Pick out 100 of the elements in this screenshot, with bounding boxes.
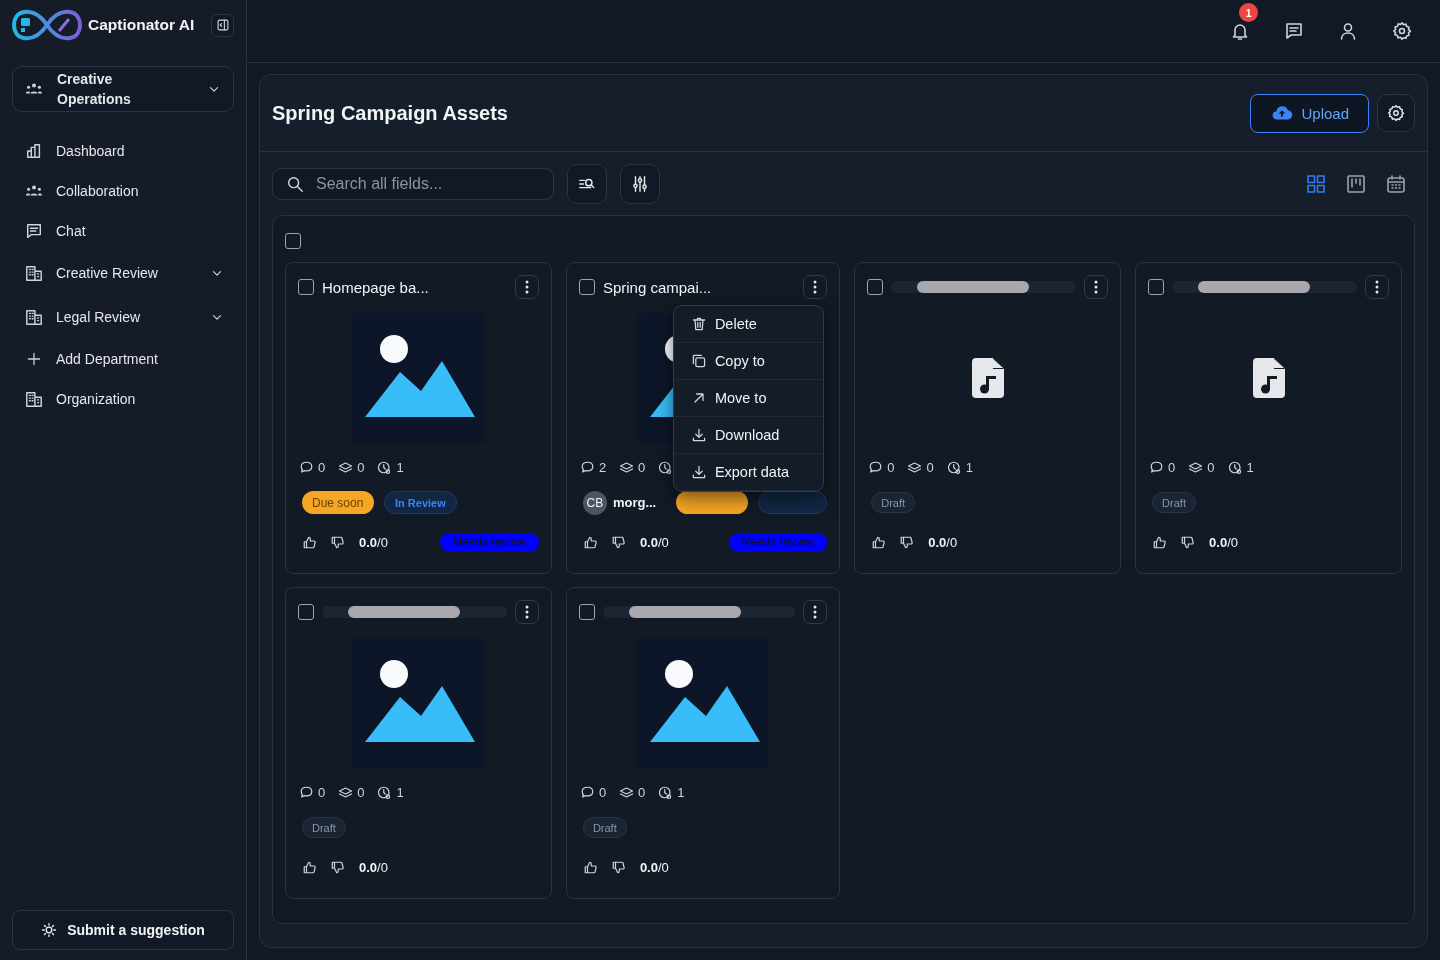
thumbs-up-icon[interactable] [302,859,317,875]
thumbs-down-icon[interactable] [610,859,626,875]
rating-score: 0.0/0 [1209,534,1239,550]
logo-icon [12,8,82,42]
menu-item[interactable]: Export data [673,454,823,491]
kanban-icon [1346,174,1366,194]
comment-icon [579,459,595,475]
checkbox[interactable] [867,279,884,295]
thumbs-down-icon[interactable] [610,534,626,550]
filter-button[interactable] [620,164,660,204]
status-badge [758,491,828,514]
collapse-sidebar-button[interactable] [211,13,234,37]
rating-score: 0.0/0 [928,534,958,550]
select-all-checkbox[interactable] [285,233,301,249]
sliders-icon [631,175,649,193]
layers-icon [338,459,354,475]
chat-icon [24,222,44,240]
status-badge: In Review [384,491,457,514]
menu-item[interactable]: Move to [673,380,823,417]
thumbs-down-icon[interactable] [330,534,345,550]
version-count: 0 [638,784,646,800]
sidebar-panel-icon [215,18,230,32]
vertical-dots-icon [813,280,818,294]
vertical-dots-icon [524,280,529,294]
nav-item[interactable]: Chat [12,211,234,251]
nav-item[interactable]: Organization [12,379,234,419]
menu-item[interactable]: Download [673,417,823,454]
asset-title: Homepage ba... [322,278,429,296]
version-count: 0 [638,459,646,475]
building-icon [24,390,44,408]
nav-item[interactable]: Add Department [12,339,234,379]
advanced-search-button[interactable] [567,164,607,204]
version-count: 0 [1207,459,1215,475]
layers-icon [619,459,635,475]
layers-icon [619,784,635,800]
asset-title: Spring campai... [602,278,712,296]
audio-file-icon [971,357,1004,398]
search-field[interactable]: Search all fields... [272,168,554,200]
thumbs-up-icon[interactable] [1152,534,1168,550]
thumbs-down-icon[interactable] [899,534,915,550]
history-count: 1 [1246,459,1254,475]
menu-item[interactable]: Delete [673,306,823,343]
vertical-dots-icon [813,605,818,619]
nav-item[interactable]: Collaboration [12,171,234,211]
comment-icon [299,459,314,475]
layers-icon [907,459,923,475]
more-options-button[interactable] [1365,275,1389,299]
thumbs-up-icon[interactable] [582,534,598,550]
thumbs-up-icon[interactable] [302,534,317,550]
vertical-dots-icon [1375,280,1379,294]
thumbs-up-icon[interactable] [582,859,598,875]
nav-item[interactable]: Creative Review [12,251,234,295]
history-count: 1 [965,459,973,475]
comment-icon [299,784,314,800]
trash-icon [690,316,707,332]
thumbs-down-icon[interactable] [1180,534,1196,550]
building-icon [24,308,44,326]
checkbox[interactable] [578,279,595,295]
checkbox[interactable] [578,604,595,620]
workspace-selector[interactable]: Creative Operations [12,66,234,112]
calendar-view-button[interactable] [1385,173,1407,195]
suggestion-button[interactable]: Submit a suggestion [12,910,234,950]
clock-icon [946,459,962,475]
bell-icon [1230,21,1250,41]
rating-score: 0.0/0 [359,534,388,550]
rating-score: 0.0/0 [639,859,669,875]
version-count: 0 [357,459,365,475]
layers-icon [338,784,354,800]
notification-badge: 1 [1239,3,1258,22]
nav-item[interactable]: Dashboard [12,131,234,171]
thumbs-up-icon[interactable] [871,534,887,550]
gear-icon [1387,104,1405,122]
search-icon [286,175,304,193]
vertical-dots-icon [1094,280,1099,294]
status-badge: Draft [1152,492,1196,513]
board-view-button[interactable] [1345,173,1367,195]
clock-icon [1227,459,1243,475]
copy-icon [690,353,707,369]
nav-item[interactable]: Legal Review [12,295,234,339]
history-count: 1 [677,784,685,800]
thumbs-down-icon[interactable] [330,859,345,875]
clock-icon [377,459,393,475]
grid-view-button[interactable] [1305,173,1327,195]
gear-icon [1392,21,1412,41]
author-name: morg... [612,495,657,510]
comment-count: 0 [598,784,607,800]
lightbulb-icon [41,922,58,938]
checkbox[interactable] [298,604,314,620]
status-badge: Draft [302,817,346,838]
settings-button[interactable] [1377,94,1415,132]
comment-count: 0 [887,459,895,475]
layers-icon [1188,459,1204,475]
avatar: CB [582,490,607,515]
clock-icon [377,784,393,800]
checkbox[interactable] [1148,279,1165,295]
checkbox[interactable] [298,279,314,295]
upload-button[interactable]: Upload [1250,93,1369,133]
menu-item[interactable]: Copy to [673,343,823,380]
clock-icon [658,784,674,800]
audio-file-icon [1252,357,1285,398]
